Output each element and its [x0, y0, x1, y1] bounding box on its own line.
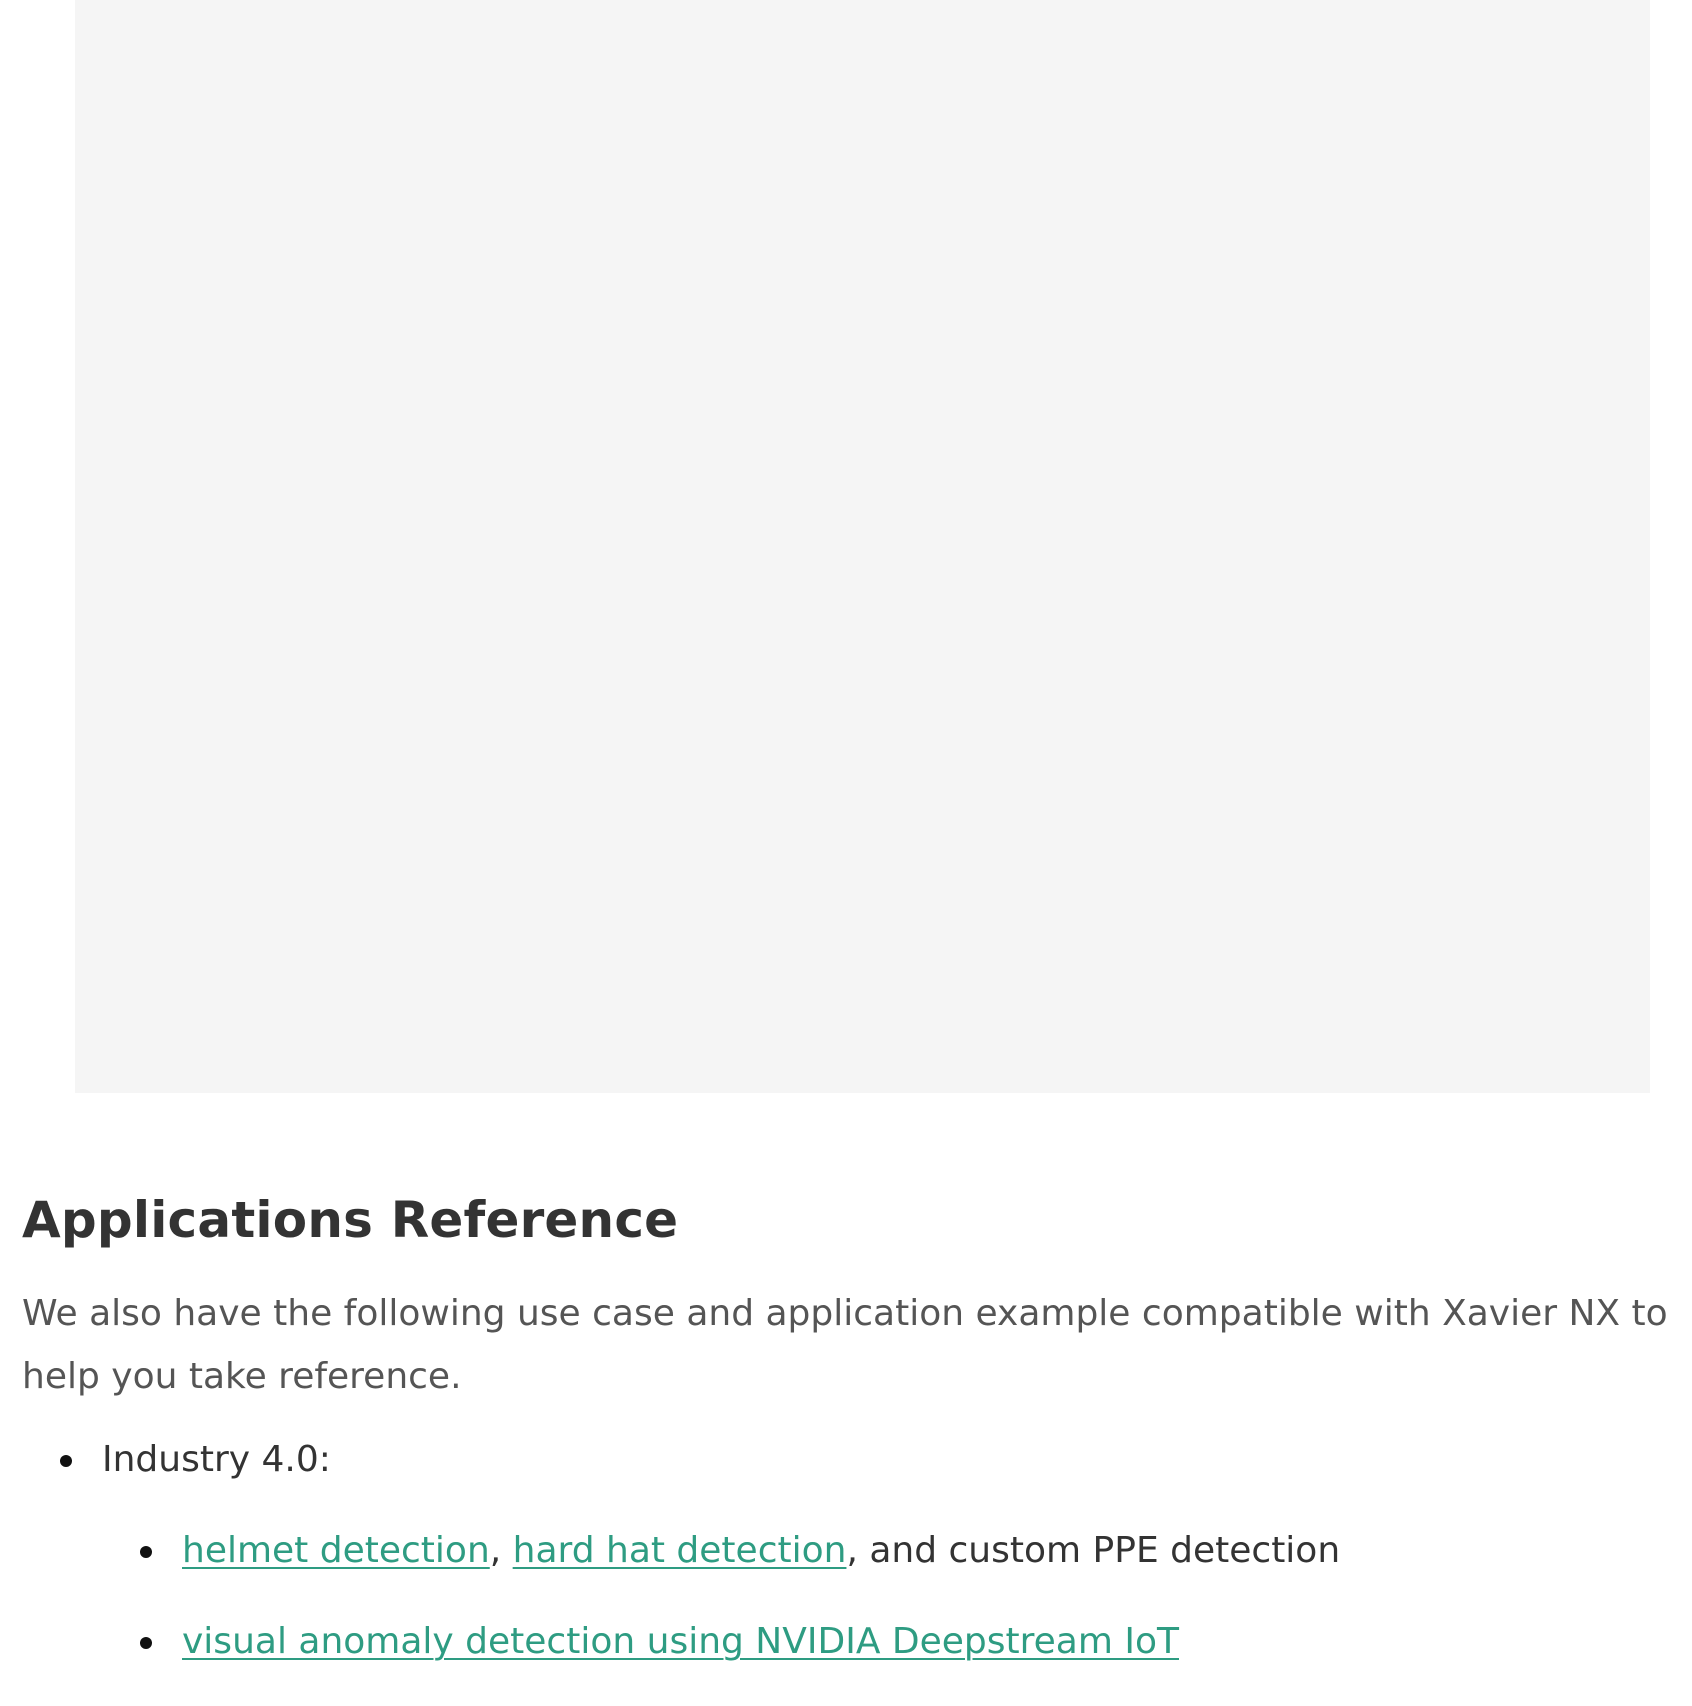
visual-anomaly-detection-link[interactable]: visual anomaly detection using NVIDIA De…	[182, 1621, 1179, 1662]
helmet-detection-link[interactable]: helmet detection	[182, 1530, 490, 1571]
image-placeholder	[75, 0, 1650, 1093]
separator-text: ,	[489, 1530, 513, 1571]
list-item-industry: Industry 4.0: helmet detection, hard hat…	[22, 1428, 1692, 1673]
section-title: Applications Reference	[22, 1191, 679, 1249]
ppe-text: , and custom PPE detection	[846, 1530, 1341, 1571]
industry-sublist: helmet detection, hard hat detection, an…	[102, 1519, 1692, 1673]
sublist-item-anomaly: visual anomaly detection using NVIDIA De…	[102, 1610, 1692, 1673]
list-item-label: Industry 4.0:	[102, 1439, 331, 1480]
applications-reference-section: Applications Reference We also have the …	[22, 1180, 1692, 1701]
applications-list: Industry 4.0: helmet detection, hard hat…	[22, 1428, 1692, 1673]
intro-paragraph: We also have the following use case and …	[22, 1293, 1668, 1397]
hard-hat-detection-link[interactable]: hard hat detection	[513, 1530, 847, 1571]
sublist-item-ppe: helmet detection, hard hat detection, an…	[102, 1519, 1692, 1582]
